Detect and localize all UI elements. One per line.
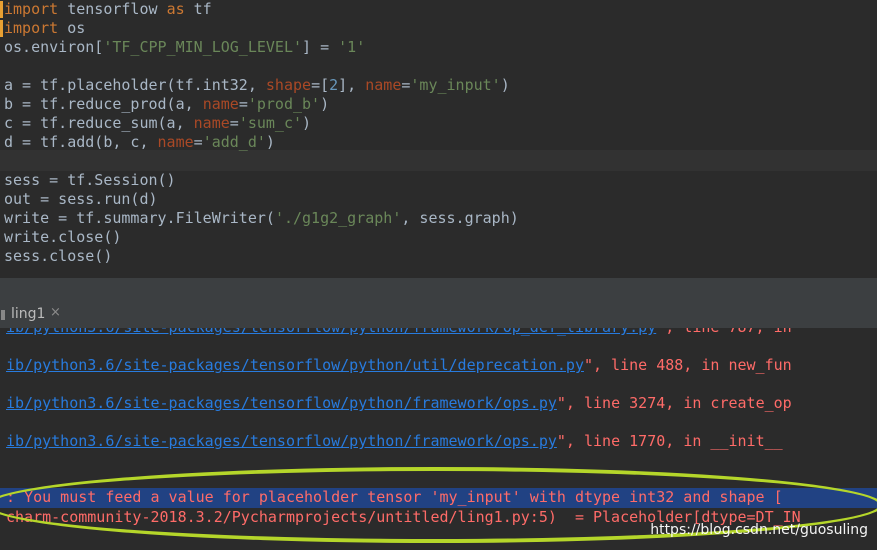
console-line: ib/python3.6/site-packages/tensorflow/py… <box>6 356 792 375</box>
code-token: = <box>229 114 239 132</box>
code-token: ", line 787, in <box>656 328 791 336</box>
code-token: ", line 1770, in __init__ <box>556 432 783 450</box>
code-token: = <box>238 95 248 113</box>
code-line: import os <box>4 19 85 38</box>
code-token: '1' <box>338 38 366 56</box>
code-token: shape <box>265 76 312 94</box>
code-line: d = tf.add(b, c, name='add_d') <box>4 133 275 152</box>
code-token: import <box>4 0 59 18</box>
current-line-highlight <box>0 150 877 171</box>
console-line: ib/python3.6/site-packages/tensorflow/py… <box>6 394 792 413</box>
code-token: name <box>193 114 230 132</box>
code-token: write = tf.summary.FileWriter( <box>4 209 275 227</box>
code-token: 'prod_b' <box>247 95 321 113</box>
code-token: import <box>4 19 59 37</box>
code-token: c = tf.reduce_sum(a, <box>4 114 194 132</box>
console-line: ib/python3.6/site-packages/tensorflow/py… <box>6 328 792 337</box>
run-console-output[interactable]: ib/python3.6/site-packages/tensorflow/py… <box>0 328 877 550</box>
code-token: os <box>58 19 86 37</box>
code-token: './g1g2_graph' <box>274 209 402 227</box>
code-token: 2 <box>329 76 339 94</box>
console-line: : You must feed a value for placeholder … <box>6 488 783 507</box>
code-token: 'my_input' <box>410 76 501 94</box>
code-token: , sess.graph) <box>401 209 519 227</box>
gutter-change-marker <box>0 20 3 37</box>
file-path-link[interactable]: ib/python3.6/site-packages/tensorflow/py… <box>6 394 557 412</box>
code-line: write = tf.summary.FileWriter('./g1g2_gr… <box>4 209 519 228</box>
code-line: sess = tf.Session() <box>4 171 176 190</box>
code-line: import tensorflow as tf <box>4 0 212 19</box>
gutter-change-marker <box>0 1 3 18</box>
file-path-link[interactable]: ib/python3.6/site-packages/tensorflow/py… <box>6 432 557 450</box>
code-token: a = tf.placeholder(tf.int32, <box>4 76 266 94</box>
code-token: out = sess.run(d) <box>4 190 158 208</box>
code-token: d = tf.add(b, c, <box>4 133 158 151</box>
code-token: name <box>365 76 402 94</box>
panel-splitter[interactable] <box>0 278 877 302</box>
code-line: out = sess.run(d) <box>4 190 158 209</box>
run-tool-window-tabbar: ling1 × <box>0 302 877 329</box>
code-token: ) <box>320 95 330 113</box>
code-token: ", line 488, in new_fun <box>583 356 792 374</box>
console-line: ib/python3.6/site-packages/tensorflow/py… <box>6 432 783 451</box>
code-token: 'TF_CPP_MIN_LOG_LEVEL' <box>103 38 303 56</box>
file-path-link[interactable]: ib/python3.6/site-packages/tensorflow/py… <box>6 328 656 336</box>
code-token: as <box>166 0 185 18</box>
code-token: write.close() <box>4 228 122 246</box>
code-token: ] = <box>302 38 339 56</box>
code-token: sess.close() <box>4 247 113 265</box>
code-token: sess = tf.Session() <box>4 171 176 189</box>
code-line: a = tf.placeholder(tf.int32, shape=[2], … <box>4 76 510 95</box>
pin-icon <box>1 310 5 320</box>
code-token: name <box>202 95 239 113</box>
code-token: ) <box>302 114 312 132</box>
code-token: =[ <box>311 76 330 94</box>
code-token: os.environ[ <box>4 38 104 56</box>
code-token: b = tf.reduce_prod(a, <box>4 95 203 113</box>
code-line: write.close() <box>4 228 121 247</box>
code-token: ) <box>265 133 275 151</box>
code-token: 'add_d' <box>202 133 266 151</box>
code-token: : You must feed a value for placeholder … <box>6 488 783 506</box>
code-line: b = tf.reduce_prod(a, name='prod_b') <box>4 95 329 114</box>
code-line: sess.close() <box>4 247 112 266</box>
code-token: tf <box>184 0 212 18</box>
code-token: ", line 3274, in create_op <box>556 394 792 412</box>
code-token: = <box>193 133 203 151</box>
run-tab-ling1[interactable]: ling1 <box>11 306 45 322</box>
code-token: 'sum_c' <box>238 114 303 132</box>
code-token: ) <box>500 76 510 94</box>
code-token: tensorflow <box>58 0 167 18</box>
code-line: c = tf.reduce_sum(a, name='sum_c') <box>4 114 311 133</box>
file-path-link[interactable]: ib/python3.6/site-packages/tensorflow/py… <box>6 356 584 374</box>
code-editor[interactable]: import tensorflow as tf import os os.envir… <box>0 0 877 278</box>
code-token: ], <box>338 76 366 94</box>
code-token: name <box>157 133 194 151</box>
watermark-url: https://blog.csdn.net/guosuling <box>650 522 868 538</box>
code-line: os.environ['TF_CPP_MIN_LOG_LEVEL'] = '1' <box>4 38 365 57</box>
close-icon[interactable]: × <box>50 305 61 320</box>
